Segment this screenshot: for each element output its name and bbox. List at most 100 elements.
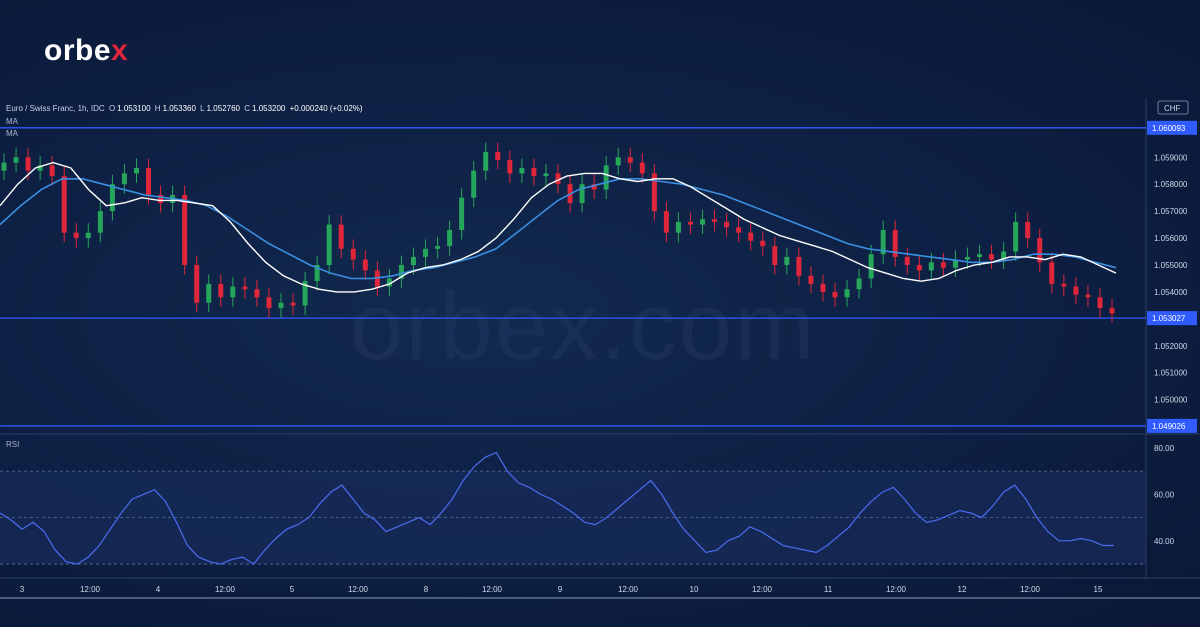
candle-body [435, 246, 441, 249]
rsi-tick-label: 80.00 [1154, 444, 1175, 453]
time-tick-label: 9 [558, 585, 563, 594]
time-tick-label: 12:00 [1020, 585, 1041, 594]
candle-body [13, 157, 19, 163]
time-tick-label: 12:00 [752, 585, 773, 594]
candle-body [700, 219, 706, 225]
price-tick-label: 1.054000 [1154, 288, 1188, 297]
candle-body [230, 286, 236, 298]
currency-label: CHF [1164, 104, 1181, 113]
candle-body [868, 254, 874, 279]
price-tick-label: 1.051000 [1154, 369, 1188, 378]
candle-body [73, 232, 79, 239]
candle-body [736, 227, 742, 233]
candle-body [579, 184, 585, 204]
candle-body [338, 224, 344, 249]
time-tick-label: 5 [290, 585, 295, 594]
candle-body [832, 291, 838, 298]
time-tick-label: 8 [424, 585, 429, 594]
candle-body [1109, 308, 1115, 314]
candle-body [218, 283, 224, 298]
time-tick-label: 12:00 [482, 585, 503, 594]
candle-body [675, 221, 681, 233]
candle-body [1061, 283, 1067, 287]
candle-body [146, 168, 152, 195]
candle-body [266, 297, 272, 309]
candle-body [121, 173, 127, 185]
time-tick-label: 4 [156, 585, 161, 594]
candle-body [447, 229, 453, 247]
candle-body [182, 194, 188, 265]
candle-body [97, 211, 103, 233]
level-tag-label: 1.053027 [1152, 314, 1186, 323]
candle-body [1, 162, 7, 171]
candle-body [639, 162, 645, 174]
level-tag-label: 1.060093 [1152, 124, 1186, 133]
candle-body [820, 283, 826, 292]
candle-body [1085, 294, 1091, 298]
candle-body [194, 265, 200, 303]
time-tick-label: 10 [690, 585, 699, 594]
candle-body [940, 262, 946, 268]
candle-body [760, 240, 766, 247]
candle-body [856, 278, 862, 290]
candle-body [206, 283, 212, 303]
candle-body [495, 151, 501, 160]
price-tick-label: 1.050000 [1154, 396, 1188, 405]
candle-body [989, 254, 995, 260]
time-tick-label: 15 [1094, 585, 1103, 594]
candle-body [109, 184, 115, 212]
candle-body [254, 289, 260, 298]
candle-body [627, 157, 633, 163]
price-tick-label: 1.057000 [1154, 207, 1188, 216]
price-tick-label: 1.058000 [1154, 180, 1188, 189]
chart-canvas: orbex.com orbex Euro / Swiss Franc, 1h, … [0, 0, 1200, 627]
candle-body [326, 224, 332, 265]
candle-body [459, 197, 465, 230]
candle-body [362, 259, 368, 271]
candle-body [410, 256, 416, 265]
candle-body [1025, 221, 1031, 239]
candle-body [964, 256, 970, 260]
rsi-tick-label: 60.00 [1154, 490, 1175, 499]
price-tick-label: 1.059000 [1154, 153, 1188, 162]
time-tick-label: 12:00 [80, 585, 101, 594]
candle-body [772, 246, 778, 265]
candle-body [928, 262, 934, 271]
candle-body [844, 289, 850, 298]
price-tick-label: 1.056000 [1154, 234, 1188, 243]
candle-body [531, 168, 537, 177]
price-chart-svg: 1.0600001.0590001.0580001.0570001.056000… [0, 98, 1200, 599]
candle-body [712, 219, 718, 222]
rsi-tick-label: 40.00 [1154, 537, 1175, 546]
candle-body [1073, 286, 1079, 295]
level-tag-label: 1.049026 [1152, 422, 1186, 431]
time-tick-label: 3 [20, 585, 25, 594]
price-tick-label: 1.052000 [1154, 342, 1188, 351]
candle-body [278, 302, 284, 309]
time-tick-label: 12 [958, 585, 967, 594]
candle-body [796, 256, 802, 276]
candle-body [423, 248, 429, 257]
ma-slow-line [0, 178, 1117, 280]
price-tick-label: 1.055000 [1154, 261, 1188, 270]
candle-body [483, 151, 489, 171]
candle-body [687, 221, 693, 225]
candle-body [784, 256, 790, 265]
candle-body [977, 254, 983, 257]
time-tick-label: 12:00 [618, 585, 639, 594]
candle-body [519, 168, 525, 174]
candle-body [663, 211, 669, 233]
candle-body [904, 256, 910, 265]
candle-body [49, 165, 55, 177]
candle-body [290, 302, 296, 306]
candle-body [543, 173, 549, 177]
candle-body [133, 168, 139, 174]
candle-body [808, 275, 814, 284]
time-tick-label: 12:00 [886, 585, 907, 594]
candle-body [748, 232, 754, 241]
time-tick-label: 11 [824, 585, 833, 594]
time-tick-label: 12:00 [348, 585, 369, 594]
candle-body [25, 157, 31, 171]
candle-body [471, 170, 477, 198]
candle-body [242, 286, 248, 290]
